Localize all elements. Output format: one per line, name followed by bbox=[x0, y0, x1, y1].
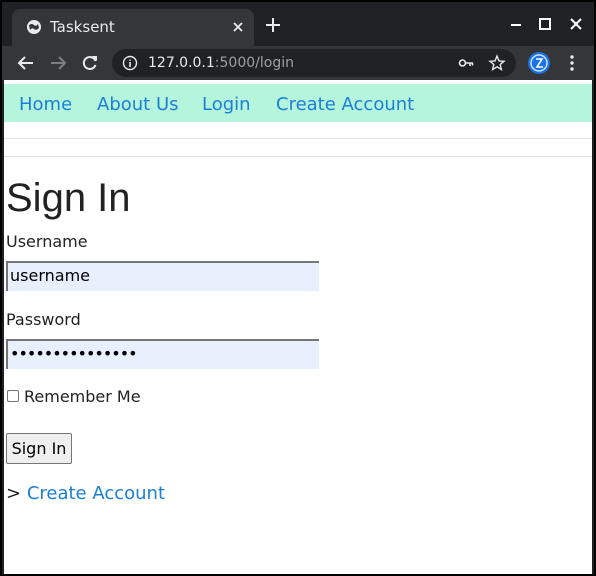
page-viewport: Home About Us Login Create Account Sign … bbox=[4, 80, 592, 574]
back-icon[interactable] bbox=[16, 53, 36, 73]
key-icon[interactable] bbox=[458, 55, 474, 71]
site-navbar: Home About Us Login Create Account bbox=[4, 84, 592, 122]
tab-strip: Tasksent bbox=[2, 2, 594, 46]
tab-title: Tasksent bbox=[50, 18, 115, 36]
info-icon[interactable] bbox=[122, 55, 138, 71]
window-close-icon[interactable] bbox=[566, 14, 586, 34]
forward-icon[interactable] bbox=[48, 53, 68, 73]
divider bbox=[4, 138, 592, 139]
reload-icon[interactable] bbox=[80, 53, 100, 73]
username-field[interactable]: username bbox=[6, 261, 319, 291]
password-label: Password bbox=[6, 310, 81, 329]
tab-tasksent[interactable]: Tasksent bbox=[12, 9, 254, 46]
profile-avatar[interactable] bbox=[528, 52, 550, 74]
url-text: 127.0.0.1:5000/login bbox=[148, 55, 294, 71]
nav-create-account[interactable]: Create Account bbox=[276, 94, 414, 115]
create-account-prefix: > bbox=[6, 483, 27, 504]
nav-about-us[interactable]: About Us bbox=[97, 94, 179, 115]
browser-window: Tasksent 127.0.0.1:5000/login Home About… bbox=[0, 0, 596, 576]
close-icon[interactable] bbox=[230, 19, 246, 35]
more-menu-icon[interactable] bbox=[562, 53, 582, 73]
globe-icon bbox=[27, 20, 41, 34]
page-title: Sign In bbox=[6, 176, 131, 220]
plus-icon[interactable] bbox=[264, 16, 282, 34]
minimize-icon[interactable] bbox=[506, 14, 526, 34]
star-icon[interactable] bbox=[488, 54, 506, 72]
remember-me-checkbox[interactable] bbox=[7, 390, 19, 402]
remember-me-label: Remember Me bbox=[24, 387, 141, 406]
username-label: Username bbox=[6, 232, 88, 251]
sign-in-button[interactable]: Sign In bbox=[6, 433, 72, 464]
divider bbox=[4, 156, 592, 157]
browser-toolbar: 127.0.0.1:5000/login bbox=[2, 46, 594, 80]
address-bar[interactable]: 127.0.0.1:5000/login bbox=[112, 49, 516, 77]
create-account-link[interactable]: Create Account bbox=[27, 483, 165, 504]
nav-login[interactable]: Login bbox=[202, 94, 251, 115]
maximize-icon[interactable] bbox=[535, 14, 555, 34]
profile-icon bbox=[530, 54, 548, 72]
nav-home[interactable]: Home bbox=[19, 94, 72, 115]
password-field[interactable]: ••••••••••••••• bbox=[6, 339, 319, 369]
create-account-line: > Create Account bbox=[6, 483, 165, 504]
